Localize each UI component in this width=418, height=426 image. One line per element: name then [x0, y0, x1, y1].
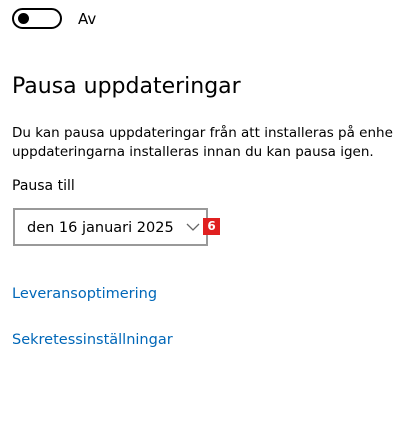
marker-badge: 6 — [203, 218, 220, 235]
toggle-state-label: Av — [78, 10, 97, 28]
windows-update-settings-page: Av Pausa uppdateringar Du kan pausa uppd… — [0, 0, 418, 426]
chevron-down-icon — [186, 223, 200, 231]
description-line: Du kan pausa uppdateringar från att inst… — [12, 125, 393, 141]
selected-date: den 16 januari 2025 — [27, 220, 174, 236]
pause-toggle-switch[interactable] — [12, 8, 62, 29]
privacy-settings-link[interactable]: Sekretessinställningar — [12, 330, 173, 350]
pause-description: Du kan pausa uppdateringar från att inst… — [12, 124, 418, 162]
toggle-knob — [18, 13, 29, 24]
section-title: Pausa uppdateringar — [12, 74, 241, 99]
description-line: uppdateringarna installeras innan du kan… — [12, 144, 374, 160]
pause-date-dropdown[interactable]: den 16 januari 2025 — [13, 208, 208, 246]
pause-until-label: Pausa till — [12, 178, 75, 194]
delivery-optimization-link[interactable]: Leveransoptimering — [12, 284, 157, 304]
